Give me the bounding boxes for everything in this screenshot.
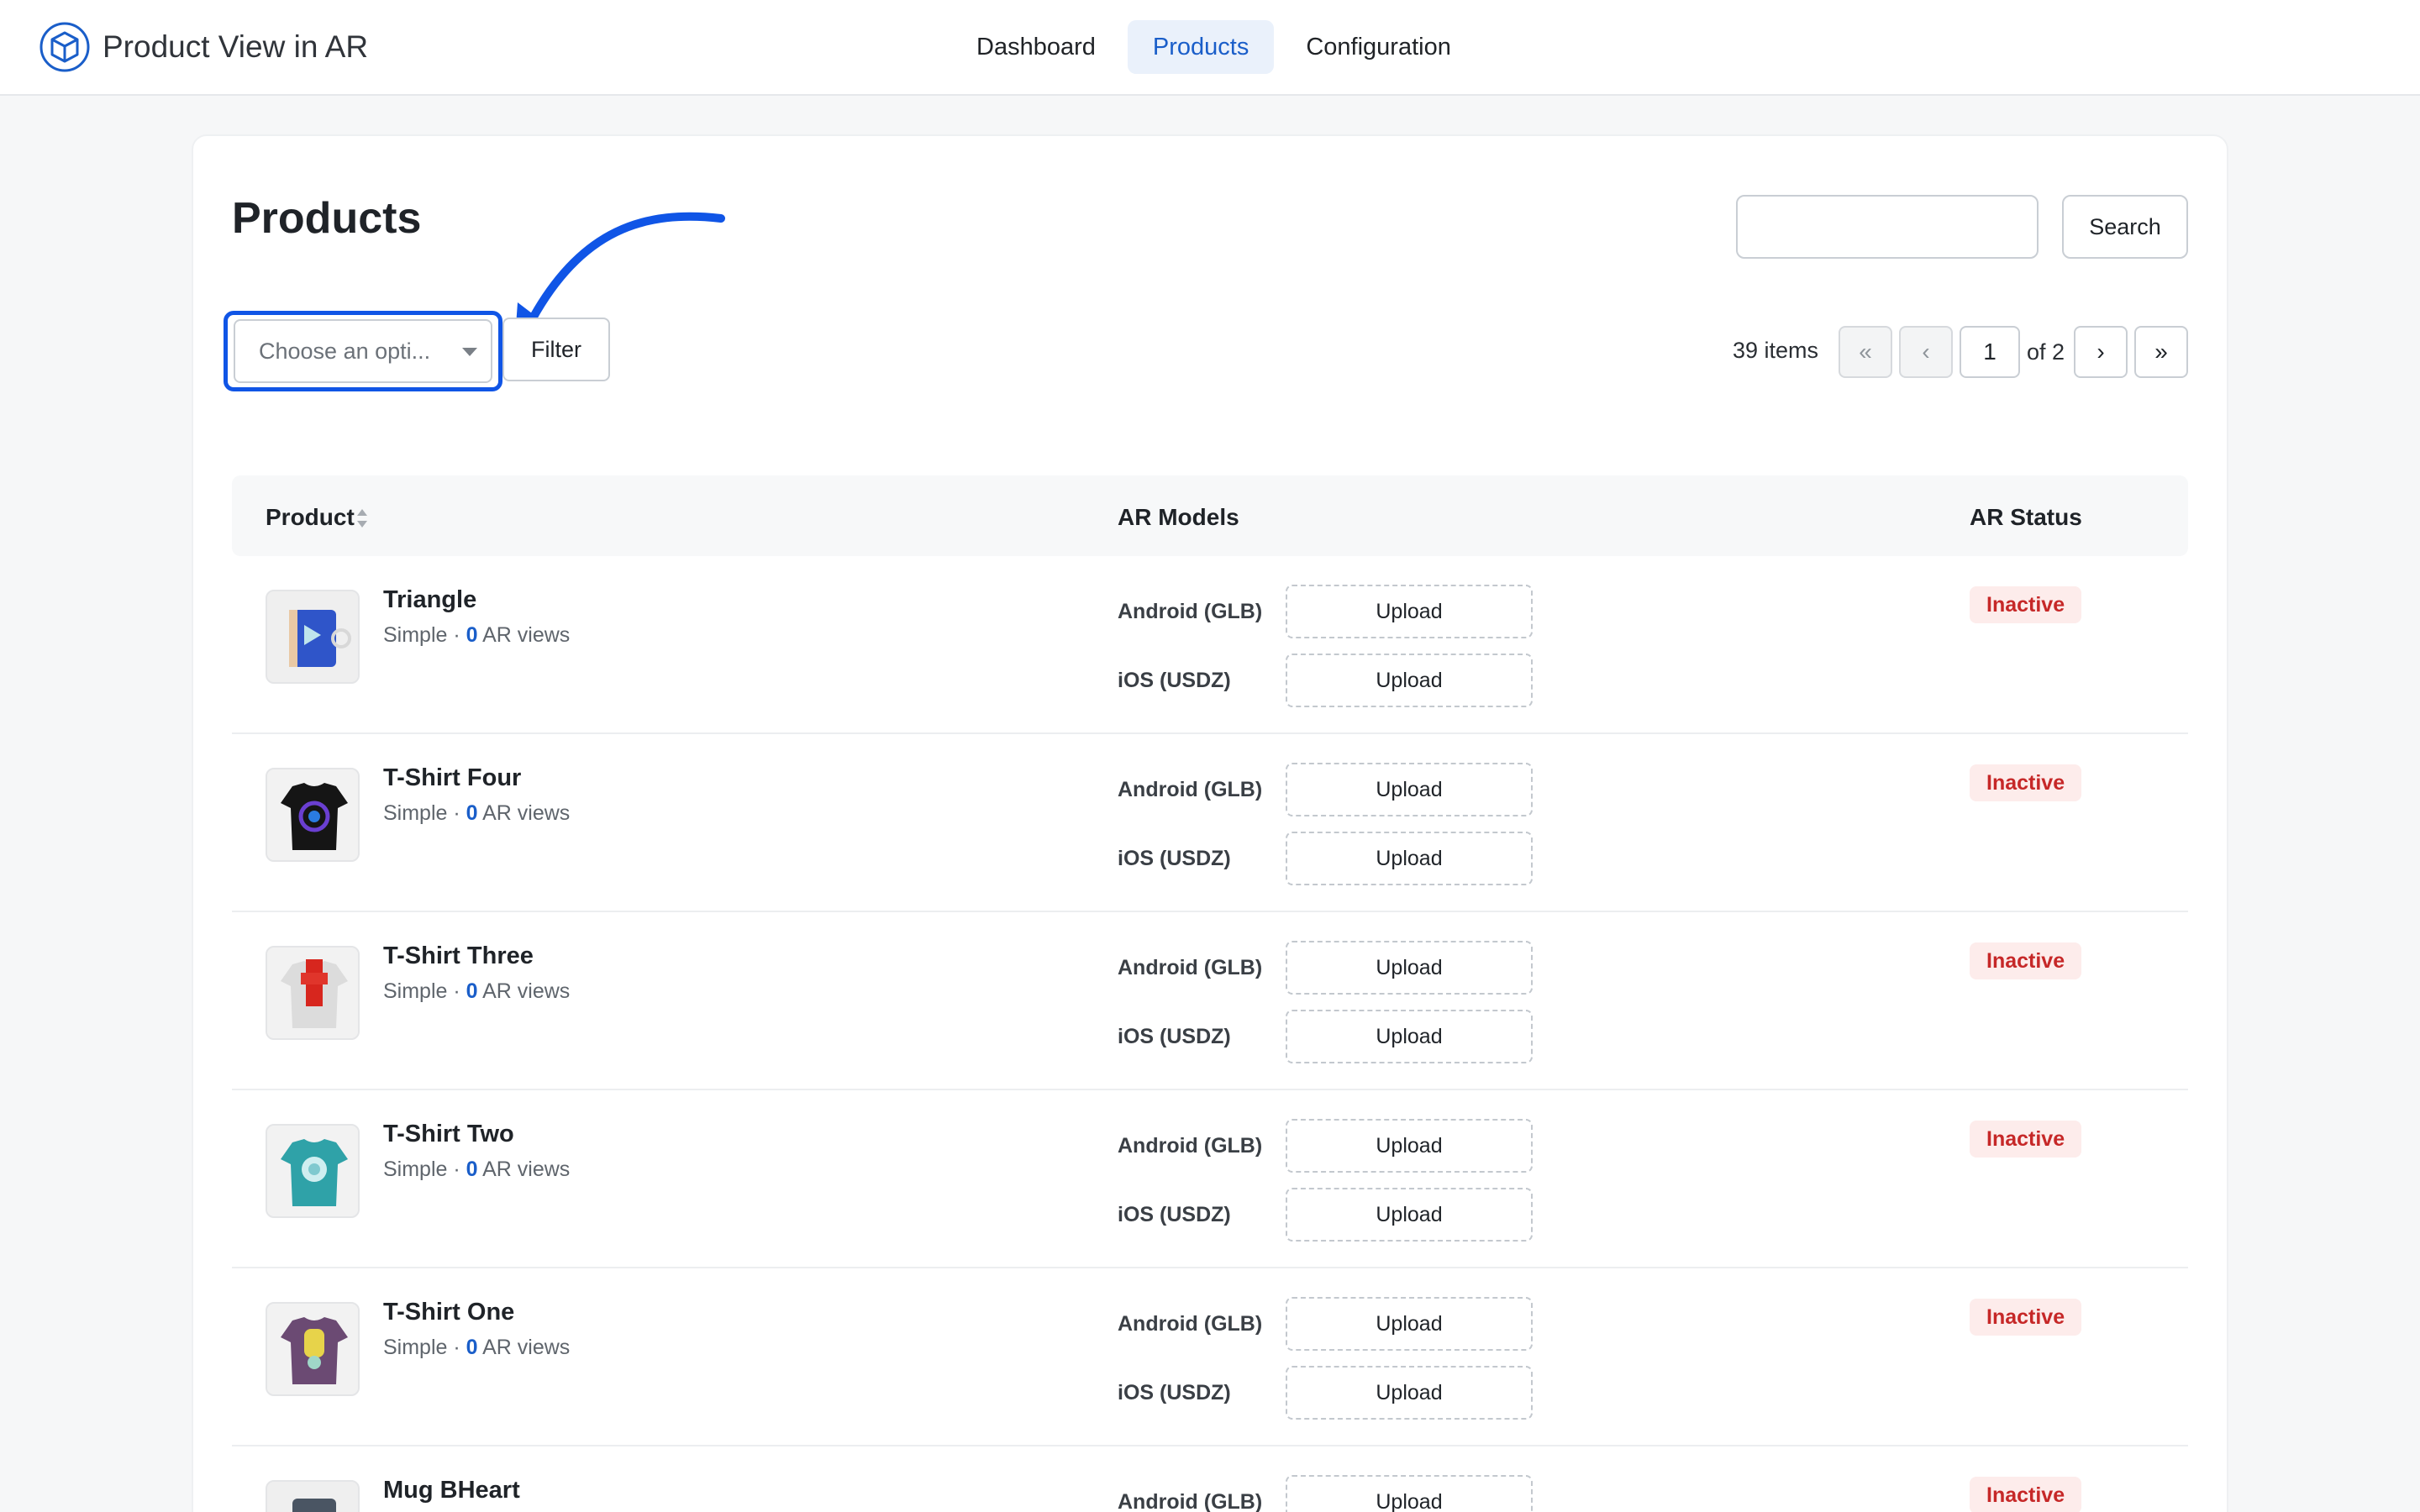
android-upload-button[interactable]: Upload: [1286, 941, 1533, 995]
table-row: Triangle Simple · 0 AR views Android (GL…: [232, 556, 2188, 734]
product-name[interactable]: T-Shirt Three: [383, 942, 534, 970]
product-meta: Simple · 0 AR views: [383, 1158, 571, 1181]
ar-views-count: 0: [466, 801, 478, 825]
ios-upload-button[interactable]: Upload: [1286, 1010, 1533, 1063]
column-header-ar-status: AR Status: [1970, 504, 2082, 530]
column-header-ar-models: AR Models: [1118, 504, 1239, 530]
product-meta: Simple · 0 AR views: [383, 623, 571, 647]
android-model-label: Android (GLB): [1118, 956, 1263, 979]
product-type: Simple: [383, 979, 448, 1003]
first-page-button[interactable]: «: [1839, 326, 1892, 378]
product-name[interactable]: Mug BHeart: [383, 1477, 520, 1504]
product-thumbnail: [266, 1302, 360, 1396]
ios-model-label: iOS (USDZ): [1118, 1381, 1231, 1404]
items-count: 39 items: [1733, 338, 1819, 363]
brand[interactable]: Product View in AR: [39, 20, 368, 74]
android-upload-button[interactable]: Upload: [1286, 1475, 1533, 1512]
sort-icon[interactable]: [356, 507, 368, 529]
android-upload-button[interactable]: Upload: [1286, 763, 1533, 816]
ar-views-count: 0: [466, 1158, 478, 1181]
main-nav: Dashboard Products Configuration: [951, 20, 1476, 74]
filter-button[interactable]: Filter: [502, 318, 610, 381]
ios-upload-button[interactable]: Upload: [1286, 1188, 1533, 1242]
android-model-label: Android (GLB): [1118, 778, 1263, 801]
table-row: T-Shirt One Simple · 0 AR views Android …: [232, 1268, 2188, 1446]
android-upload-button[interactable]: Upload: [1286, 1297, 1533, 1351]
status-badge: Inactive: [1970, 942, 2082, 979]
android-upload-button[interactable]: Upload: [1286, 585, 1533, 638]
product-type: Simple: [383, 801, 448, 825]
ar-views-count: 0: [466, 1336, 478, 1359]
table-row: T-Shirt Four Simple · 0 AR views Android…: [232, 734, 2188, 912]
search-button[interactable]: Search: [2062, 195, 2188, 259]
status-badge: Inactive: [1970, 764, 2082, 801]
android-model-label: Android (GLB): [1118, 1312, 1263, 1336]
table-row: Mug BHeart Android (GLB) Upload Inactive: [232, 1446, 2188, 1512]
column-header-product[interactable]: Product: [266, 504, 355, 531]
product-meta: Simple · 0 AR views: [383, 979, 571, 1003]
android-upload-button[interactable]: Upload: [1286, 1119, 1533, 1173]
product-type: Simple: [383, 623, 448, 647]
ios-upload-button[interactable]: Upload: [1286, 1366, 1533, 1420]
product-thumbnail: [266, 768, 360, 862]
android-model-label: Android (GLB): [1118, 600, 1263, 623]
search-input[interactable]: [1736, 195, 2039, 259]
table-row: T-Shirt Three Simple · 0 AR views Androi…: [232, 912, 2188, 1090]
status-badge: Inactive: [1970, 586, 2082, 623]
product-thumbnail: [266, 946, 360, 1040]
app-title: Product View in AR: [103, 29, 369, 64]
table-header: Product AR Models AR Status: [232, 475, 2188, 556]
ar-views-label: AR views: [482, 623, 571, 647]
product-meta: Simple · 0 AR views: [383, 1336, 571, 1359]
tab-dashboard[interactable]: Dashboard: [951, 20, 1121, 74]
top-bar: Product View in AR Dashboard Products Co…: [0, 0, 2420, 96]
tab-products[interactable]: Products: [1127, 20, 1275, 74]
product-type: Simple: [383, 1336, 448, 1359]
ios-upload-button[interactable]: Upload: [1286, 654, 1533, 707]
product-name[interactable]: T-Shirt One: [383, 1299, 514, 1326]
product-name[interactable]: T-Shirt Four: [383, 764, 521, 792]
android-model-label: Android (GLB): [1118, 1134, 1263, 1158]
ios-model-label: iOS (USDZ): [1118, 1203, 1231, 1226]
product-thumbnail: [266, 1480, 360, 1512]
page-title: Products: [232, 194, 422, 243]
ar-views-label: AR views: [482, 1158, 571, 1181]
ar-views-label: AR views: [482, 979, 571, 1003]
status-badge: Inactive: [1970, 1121, 2082, 1158]
ar-views-label: AR views: [482, 1336, 571, 1359]
last-page-button[interactable]: »: [2134, 326, 2188, 378]
ar-views-count: 0: [466, 623, 478, 647]
product-name[interactable]: T-Shirt Two: [383, 1121, 514, 1148]
ios-model-label: iOS (USDZ): [1118, 669, 1231, 692]
next-page-button[interactable]: ›: [2074, 326, 2128, 378]
product-type: Simple: [383, 1158, 448, 1181]
ar-views-count: 0: [466, 979, 478, 1003]
ios-model-label: iOS (USDZ): [1118, 847, 1231, 870]
status-badge: Inactive: [1970, 1299, 2082, 1336]
product-thumbnail: [266, 1124, 360, 1218]
filter-select-value: Choose an opti...: [259, 339, 431, 364]
filter-select[interactable]: Choose an opti...: [234, 319, 492, 383]
tab-configuration[interactable]: Configuration: [1281, 20, 1476, 74]
product-name[interactable]: Triangle: [383, 586, 476, 614]
ar-cube-logo-icon: [39, 22, 90, 72]
prev-page-button[interactable]: ‹: [1899, 326, 1953, 378]
android-model-label: Android (GLB): [1118, 1490, 1263, 1512]
ios-model-label: iOS (USDZ): [1118, 1025, 1231, 1048]
page-total: of 2: [2027, 339, 2065, 365]
page-number-input[interactable]: 1: [1960, 326, 2020, 378]
product-thumbnail: [266, 590, 360, 684]
status-badge: Inactive: [1970, 1477, 2082, 1512]
ar-views-label: AR views: [482, 801, 571, 825]
table-row: T-Shirt Two Simple · 0 AR views Android …: [232, 1090, 2188, 1268]
caret-down-icon: [462, 348, 477, 356]
product-meta: Simple · 0 AR views: [383, 801, 571, 825]
ios-upload-button[interactable]: Upload: [1286, 832, 1533, 885]
